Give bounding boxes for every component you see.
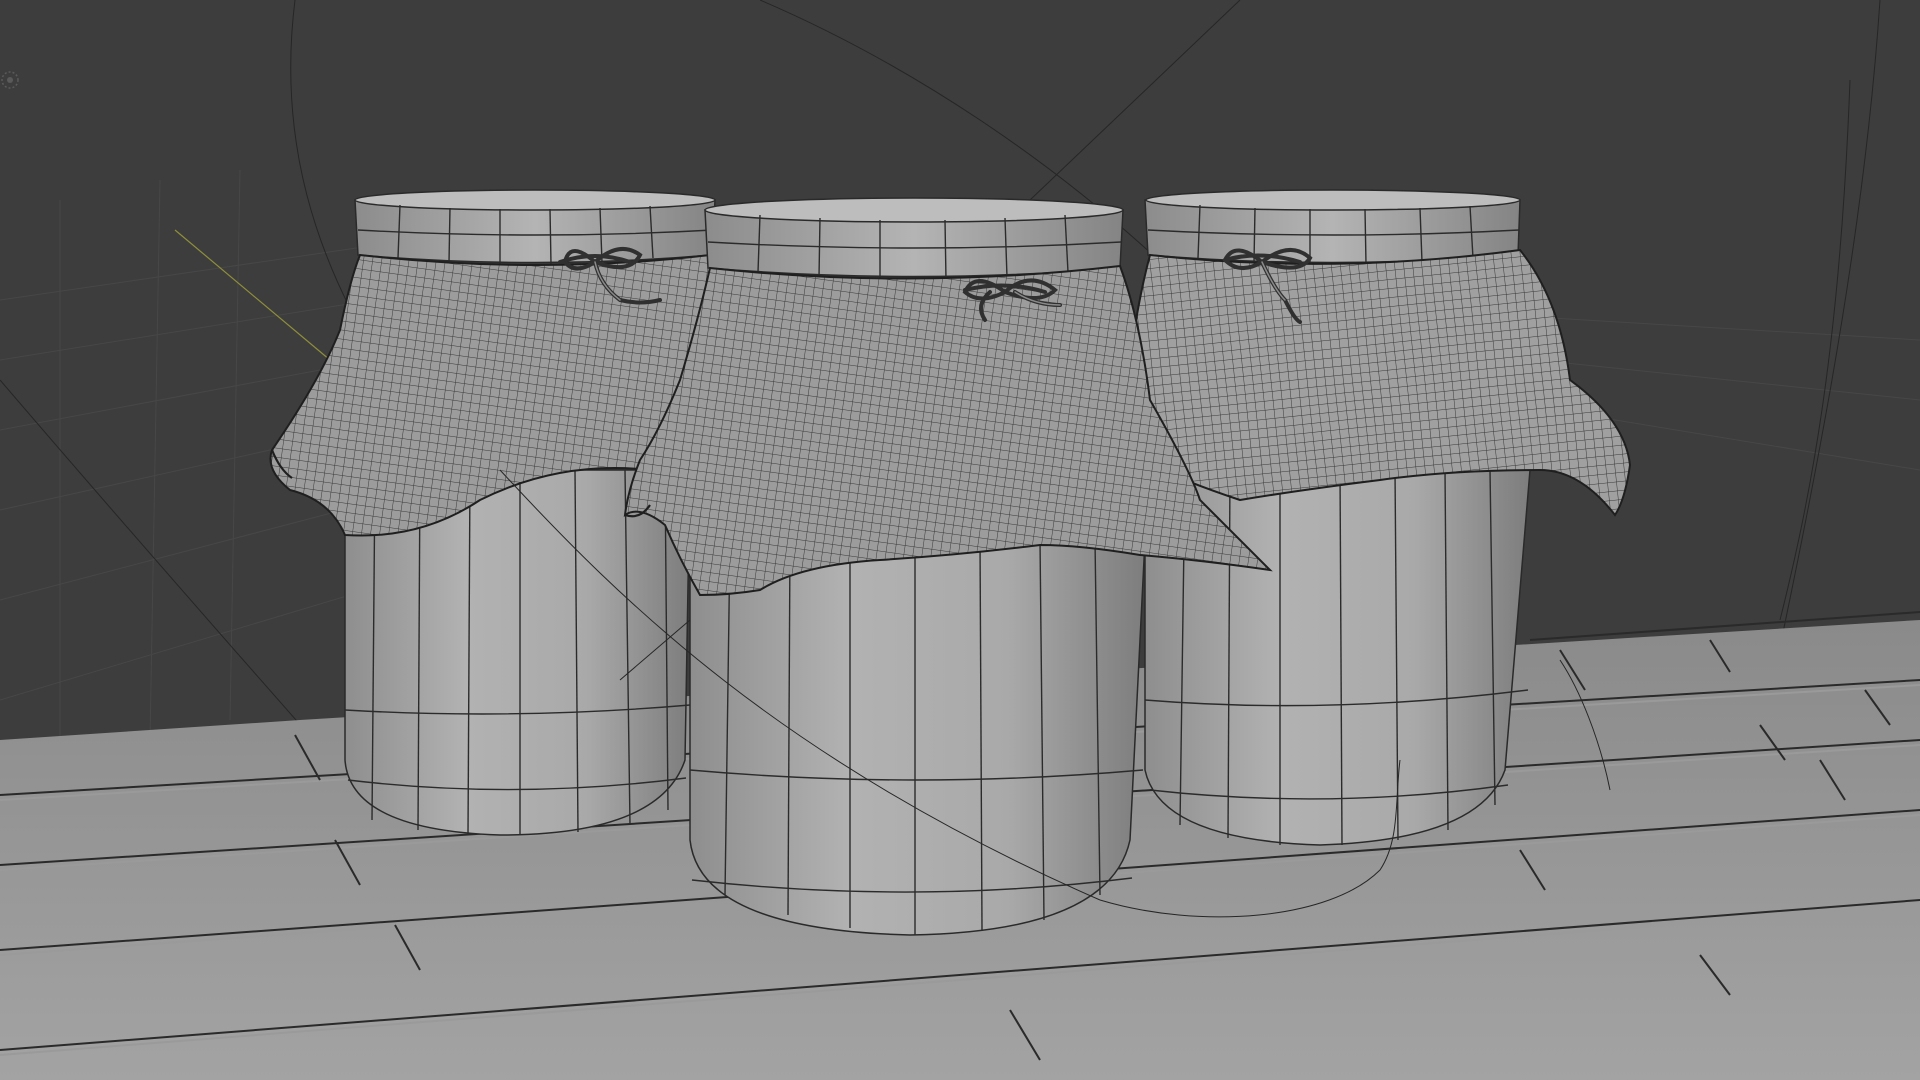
viewport-canvas[interactable] bbox=[0, 0, 1920, 1080]
3d-viewport[interactable] bbox=[0, 0, 1920, 1080]
